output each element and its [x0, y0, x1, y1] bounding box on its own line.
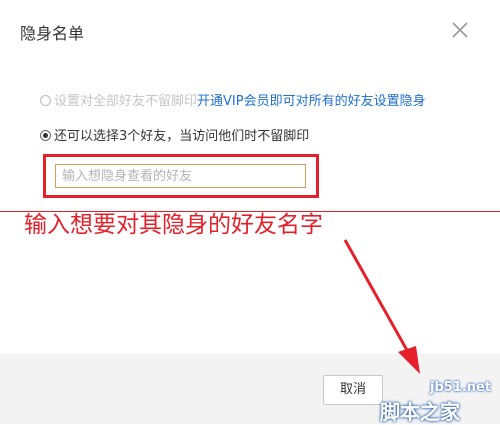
option-all-friends: 设置对全部好友不留脚印开通VIP会员即可对所有的好友设置隐身	[40, 90, 426, 109]
radio-select-friends[interactable]	[40, 130, 51, 141]
vip-link[interactable]: 开通VIP会员即可对所有的好友设置隐身	[197, 94, 426, 109]
option-all-friends-label: 设置对全部好友不留脚印	[54, 94, 198, 109]
dialog-title: 隐身名单	[20, 24, 85, 43]
close-icon[interactable]	[450, 20, 470, 40]
option-select-friends[interactable]: 还可以选择3个好友，当访问他们时不留脚印	[40, 125, 309, 144]
watermark-text: 脚本之家	[380, 400, 460, 424]
annotation-text: 输入想要对其隐身的好友名字	[24, 212, 323, 238]
friend-search-input[interactable]	[55, 164, 306, 188]
watermark-url: jb51.net	[430, 380, 492, 395]
cancel-button[interactable]: 取消	[323, 375, 383, 405]
hide-list-dialog: 隐身名单 设置对全部好友不留脚印开通VIP会员即可对所有的好友设置隐身 还可以选…	[0, 0, 500, 424]
option-select-friends-label: 还可以选择3个好友，当访问他们时不留脚印	[54, 129, 310, 144]
radio-all-friends	[40, 95, 51, 106]
